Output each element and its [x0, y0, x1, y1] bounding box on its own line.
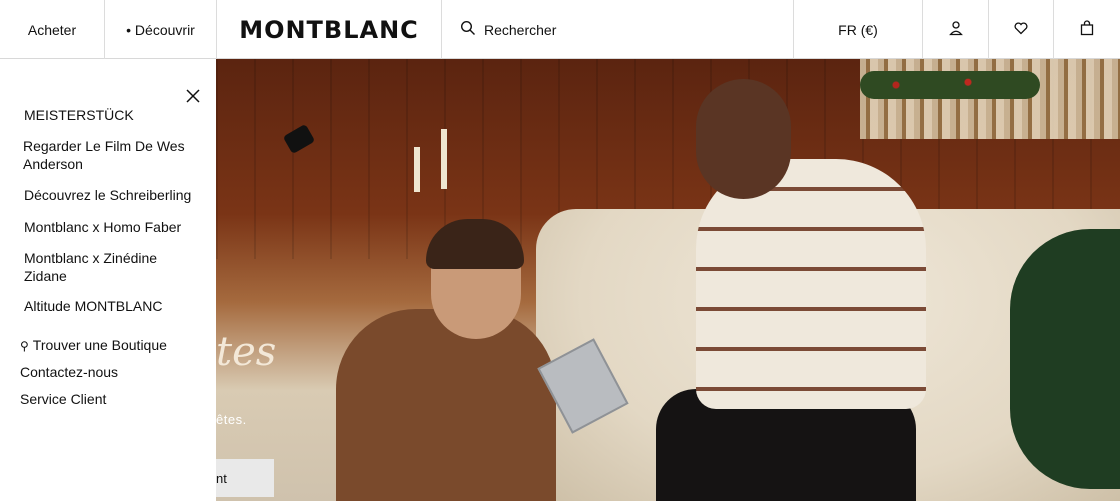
nav-decouvrir[interactable]: • Découvrir — [105, 0, 216, 59]
nav-acheter-label: Acheter — [27, 21, 77, 38]
search-box[interactable]: Rechercher — [442, 0, 793, 59]
contact-link[interactable]: Contactez-nous — [20, 363, 195, 381]
montblanc-logo[interactable]: MONTBLANC — [217, 0, 441, 59]
find-boutique-link[interactable]: ⚲ Trouver une Boutique — [20, 336, 195, 355]
hero-plant — [1010, 229, 1120, 489]
menu-item-altitude-montblanc[interactable]: Altitude MONTBLANC — [24, 297, 199, 315]
wishlist-button[interactable] — [989, 0, 1053, 59]
discover-menu-panel: MEISTERSTÜCK Regarder Le Film De Wes And… — [0, 59, 216, 501]
menu-item-meisterstuck[interactable]: MEISTERSTÜCK — [24, 106, 199, 124]
logo-text: MONTBLANC — [239, 15, 419, 44]
location-pin-icon: ⚲ — [20, 339, 29, 353]
hero-woman-head — [696, 79, 791, 199]
hero-subtitle: êtes. — [216, 412, 247, 427]
customer-service-link[interactable]: Service Client — [20, 390, 195, 408]
shopping-bag-icon — [1079, 20, 1095, 39]
hero-candle — [414, 147, 420, 192]
hero-cta-label: nt — [216, 470, 227, 486]
hero-man — [336, 309, 556, 501]
hero-candle — [441, 129, 447, 189]
site-header: Acheter • Découvrir MONTBLANC Rechercher… — [0, 0, 1120, 59]
hero-banner: tes êtes. nt — [216, 59, 1120, 501]
nav-acheter[interactable]: Acheter — [0, 0, 104, 59]
search-icon — [460, 20, 476, 39]
search-placeholder: Rechercher — [484, 21, 557, 38]
language-selector[interactable]: FR (€) — [794, 0, 922, 59]
user-icon — [948, 20, 964, 39]
heart-icon — [1013, 20, 1029, 39]
menu-item-homo-faber[interactable]: Montblanc x Homo Faber — [24, 218, 199, 236]
nav-decouvrir-label: • Découvrir — [126, 21, 195, 38]
hero-script-title: tes — [216, 329, 277, 375]
menu-item-schreiberling[interactable]: Découvrez le Schreiberling — [24, 186, 199, 204]
menu-item-zinedine-zidane[interactable]: Montblanc x Zinédine Zidane — [24, 249, 199, 285]
find-boutique-label: Trouver une Boutique — [32, 337, 167, 353]
account-button[interactable] — [923, 0, 988, 59]
close-menu-button[interactable] — [184, 87, 202, 105]
shopping-bag-button[interactable] — [1054, 0, 1120, 59]
language-label: FR (€) — [838, 21, 878, 38]
hero-garland — [860, 71, 1040, 99]
hero-cta-button[interactable]: nt — [216, 459, 274, 497]
menu-item-wes-anderson-film[interactable]: Regarder Le Film De Wes Anderson — [23, 137, 198, 173]
